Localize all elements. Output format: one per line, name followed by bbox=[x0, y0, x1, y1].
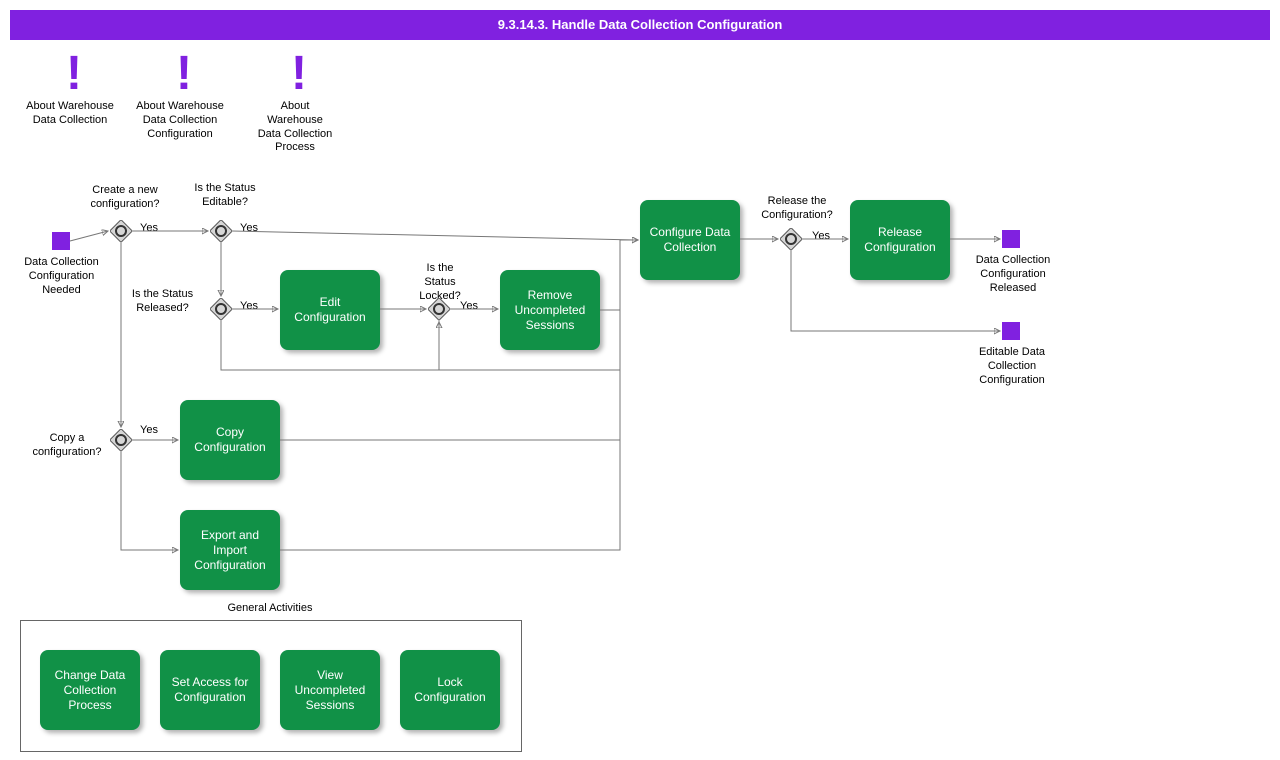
title-bar: 9.3.14.3. Handle Data Collection Configu… bbox=[10, 10, 1270, 40]
task-set-access: Set Access for Configuration bbox=[160, 650, 260, 730]
gateway-create-label: Create a new configuration? bbox=[80, 184, 170, 212]
task-edit-configuration: Edit Configuration bbox=[280, 270, 380, 350]
note-3: About Warehouse Data Collection Process bbox=[255, 100, 335, 155]
end-event-editable-label: Editable Data Collection Configuration bbox=[966, 346, 1058, 387]
end-event-released bbox=[1002, 230, 1020, 248]
task-release-configuration: Release Configuration bbox=[850, 200, 950, 280]
task-export-import: Export and Import Configuration bbox=[180, 510, 280, 590]
gateway-editable bbox=[210, 220, 232, 242]
gateway-editable-label: Is the Status Editable? bbox=[190, 182, 260, 210]
gateway-copy bbox=[110, 429, 132, 451]
end-event-released-label: Data Collection Configuration Released bbox=[968, 254, 1058, 295]
diagram-stage: 9.3.14.3. Handle Data Collection Configu… bbox=[0, 0, 1280, 760]
gateway-released-yes: Yes bbox=[240, 300, 270, 314]
exclamation-icon: ! bbox=[176, 50, 192, 98]
task-remove-sessions: Remove Uncompleted Sessions bbox=[500, 270, 600, 350]
gateway-copy-yes: Yes bbox=[140, 424, 170, 438]
start-event-label: Data Collection Configuration Needed bbox=[14, 256, 109, 297]
gateway-release bbox=[780, 228, 802, 250]
gateway-released bbox=[210, 298, 232, 320]
start-event bbox=[52, 232, 70, 250]
end-event-editable bbox=[1002, 322, 1020, 340]
task-view-sessions: View Uncompleted Sessions bbox=[280, 650, 380, 730]
gateway-create bbox=[110, 220, 132, 242]
task-lock-configuration: Lock Configuration bbox=[400, 650, 500, 730]
gateway-editable-yes: Yes bbox=[240, 222, 270, 236]
exclamation-icon: ! bbox=[66, 50, 82, 98]
task-change-process: Change Data Collection Process bbox=[40, 650, 140, 730]
note-1: About Warehouse Data Collection bbox=[20, 100, 120, 128]
gateway-copy-label: Copy a configuration? bbox=[22, 432, 112, 460]
gateway-create-yes: Yes bbox=[140, 222, 170, 236]
note-2: About Warehouse Data Collection Configur… bbox=[130, 100, 230, 141]
task-copy-configuration: Copy Configuration bbox=[180, 400, 280, 480]
gateway-locked-yes: Yes bbox=[460, 300, 490, 314]
gateway-released-label: Is the Status Released? bbox=[130, 288, 195, 316]
task-configure-data: Configure Data Collection bbox=[640, 200, 740, 280]
gateway-locked bbox=[428, 298, 450, 320]
gateway-release-yes: Yes bbox=[812, 230, 842, 244]
exclamation-icon: ! bbox=[291, 50, 307, 98]
general-activities-title: General Activities bbox=[20, 602, 520, 614]
gateway-release-label: Release the Configuration? bbox=[752, 195, 842, 223]
